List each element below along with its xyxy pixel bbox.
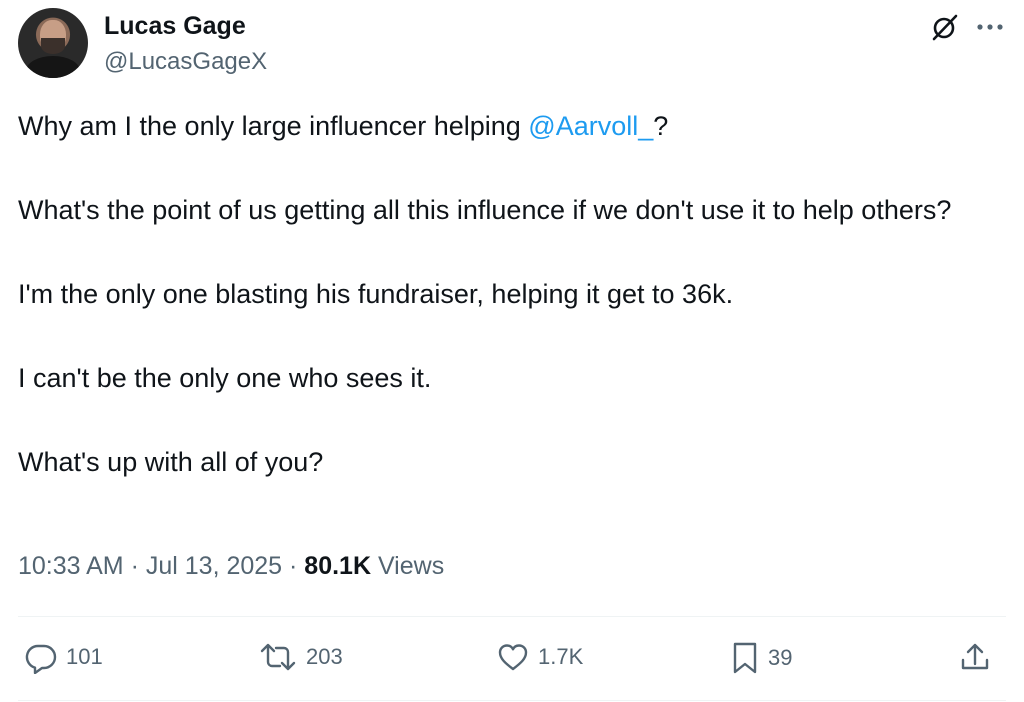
like-icon <box>496 640 530 674</box>
avatar[interactable] <box>18 8 88 78</box>
action-bar: 101 203 1.7K 39 <box>18 640 1006 680</box>
grok-icon[interactable] <box>930 12 960 42</box>
meta-separator: · <box>123 552 146 580</box>
bookmark-count: 39 <box>768 645 793 670</box>
top-icons <box>930 12 1004 42</box>
tweet-paragraph-3: I'm the only one blasting his fundraiser… <box>18 279 734 309</box>
reply-button[interactable]: 101 <box>24 640 103 674</box>
tweet-time[interactable]: 10:33 AM <box>18 552 124 580</box>
tweet-paragraph-1: Why am I the only large influencer helpi… <box>18 106 1008 146</box>
views-label: Views <box>371 552 445 580</box>
views-count: 80.1K <box>304 552 372 580</box>
tweet-meta: 10:33 AM · Jul 13, 2025 · 80.1K Views <box>18 552 444 581</box>
divider <box>18 616 1006 617</box>
tweet-paragraph-5: What's up with all of you? <box>18 447 324 477</box>
bookmark-button[interactable]: 39 <box>730 640 792 676</box>
bookmark-icon <box>730 640 760 676</box>
tweet-paragraph-4: I can't be the only one who sees it. <box>18 363 432 393</box>
tweet-text-segment: Why am I the only large influencer helpi… <box>18 111 529 141</box>
like-count: 1.7K <box>538 644 584 669</box>
tweet-text: Why am I the only large influencer helpi… <box>18 106 1008 482</box>
more-icon[interactable] <box>976 22 1004 32</box>
repost-count: 203 <box>306 644 343 669</box>
author-name[interactable]: Lucas Gage <box>104 12 246 41</box>
meta-separator: · <box>282 552 305 580</box>
share-button[interactable] <box>958 640 992 674</box>
mention-link[interactable]: @Aarvoll_ <box>528 111 653 141</box>
avatar-beard <box>41 38 65 54</box>
repost-icon <box>258 640 298 674</box>
reply-icon <box>24 640 58 674</box>
tweet-paragraph-2: What's the point of us getting all this … <box>18 195 952 225</box>
reply-count: 101 <box>66 644 103 669</box>
avatar-shirt <box>26 56 80 78</box>
tweet-date[interactable]: Jul 13, 2025 <box>146 552 282 580</box>
repost-button[interactable]: 203 <box>258 640 343 674</box>
author-handle[interactable]: @LucasGageX <box>104 48 267 76</box>
tweet-text-segment: ? <box>653 111 669 141</box>
divider <box>18 700 1006 701</box>
share-icon <box>958 640 992 674</box>
like-button[interactable]: 1.7K <box>496 640 583 674</box>
